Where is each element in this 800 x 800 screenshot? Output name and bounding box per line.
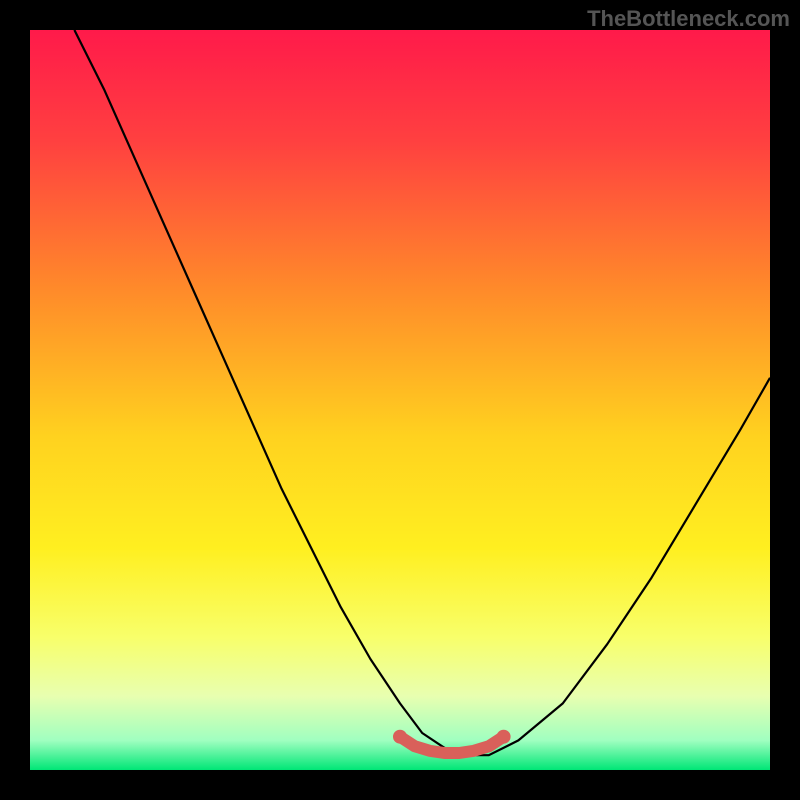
plot-area [30,30,770,770]
chart-svg [30,30,770,770]
gradient-background [30,30,770,770]
watermark-text: TheBottleneck.com [587,6,790,32]
chart-container: TheBottleneck.com [0,0,800,800]
optimal-zone-endpoint [393,730,407,744]
optimal-zone-endpoint [497,730,511,744]
